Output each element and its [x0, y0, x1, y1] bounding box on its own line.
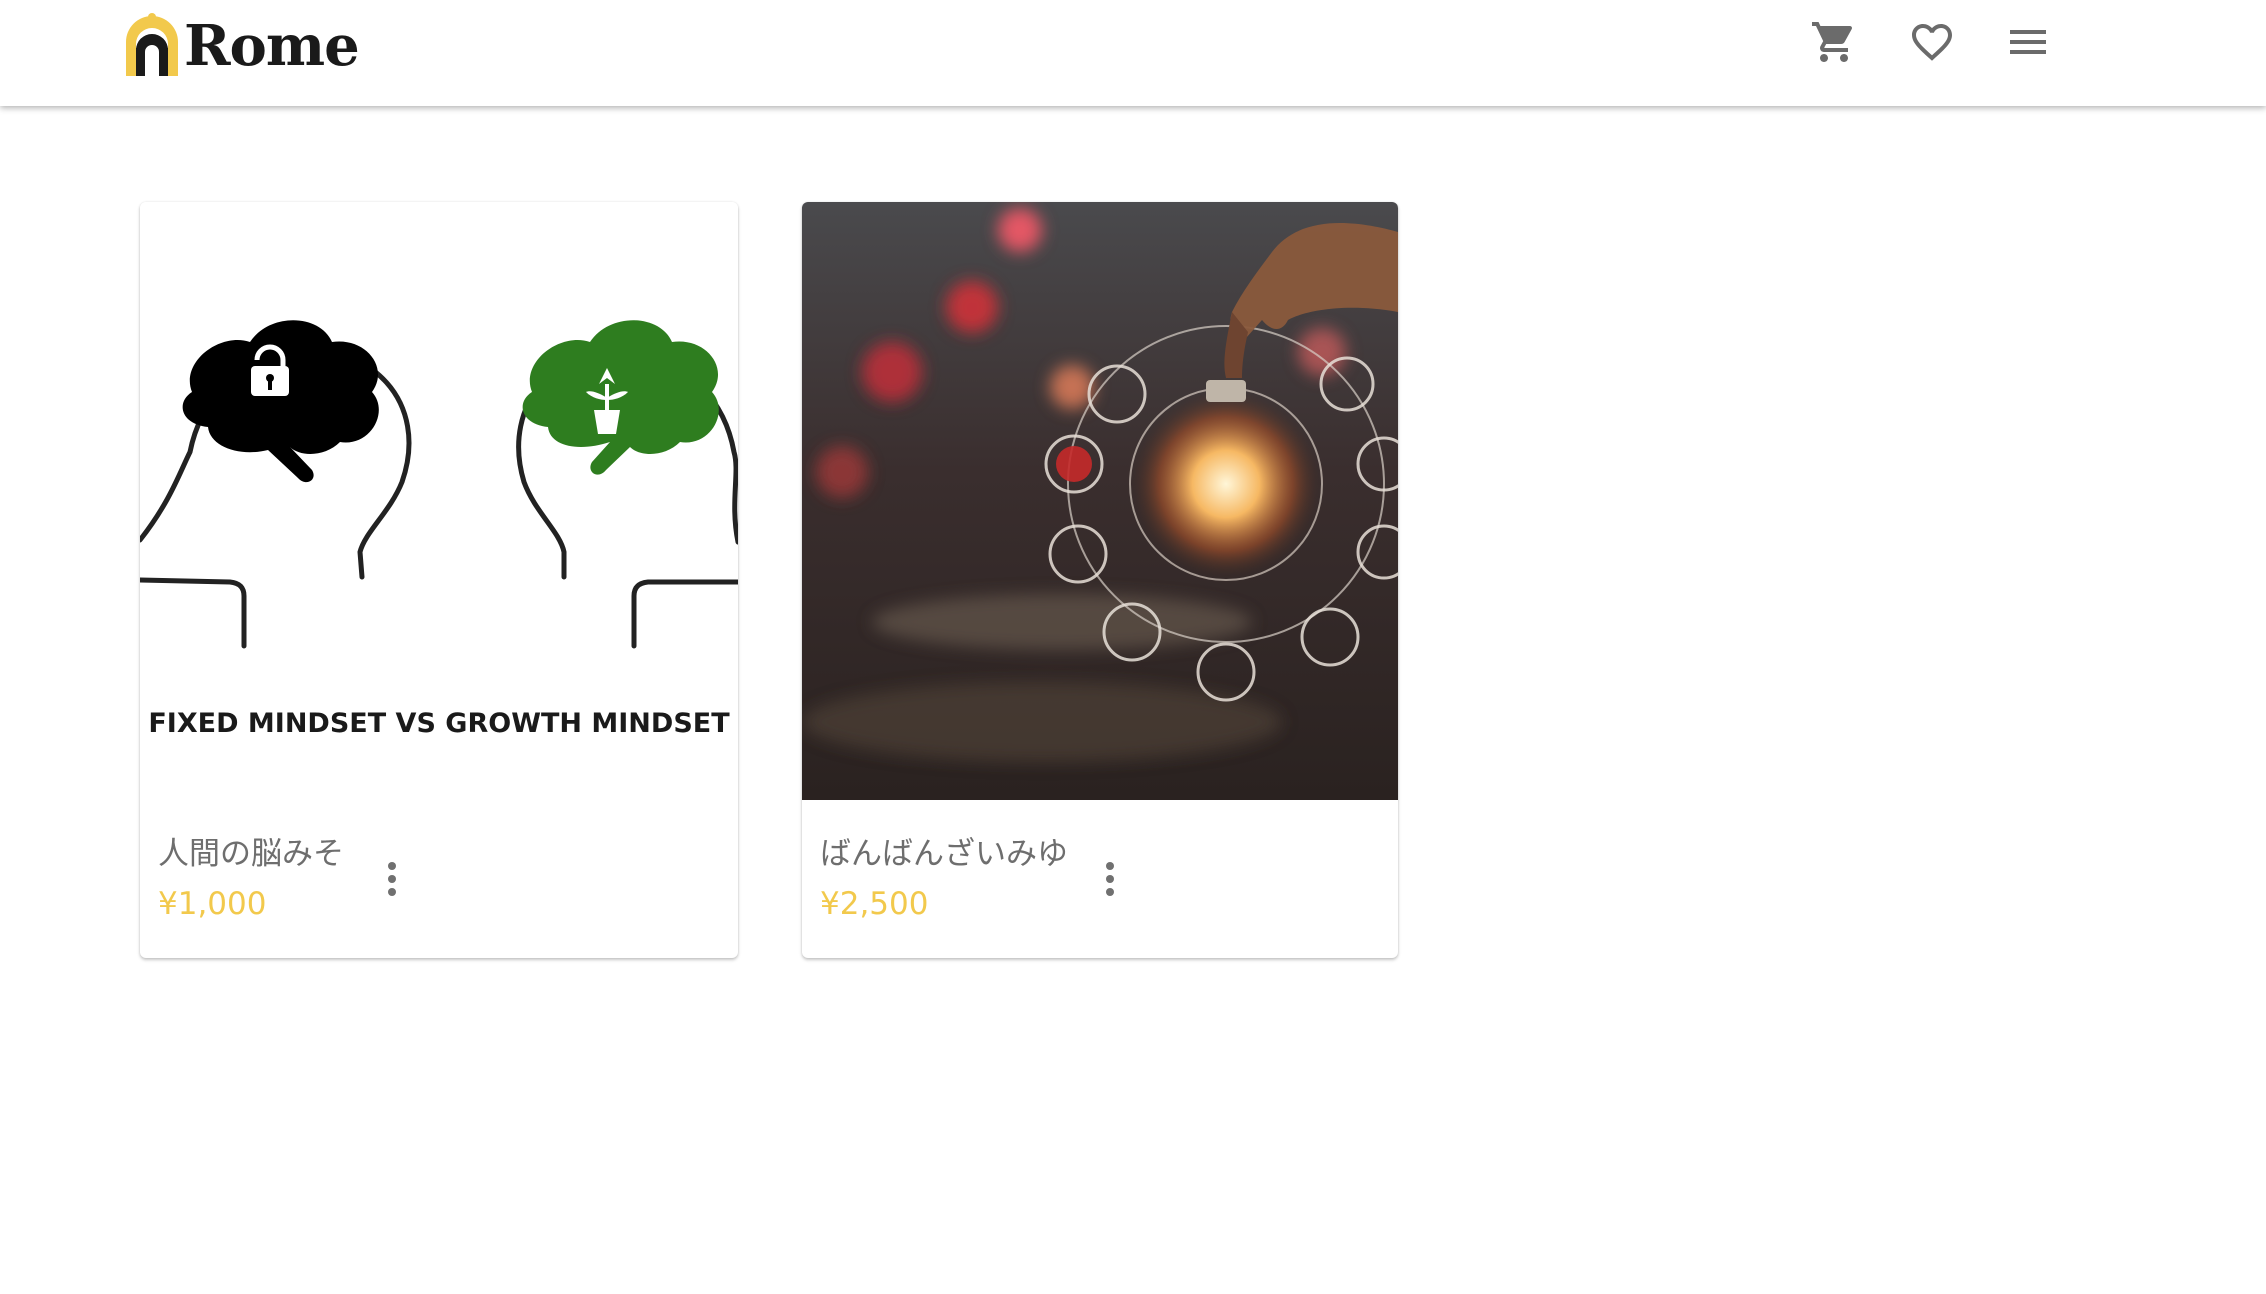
product-card[interactable]: FIXED MINDSET VS GROWTH MINDSET 人間の脳みそ ¥… [140, 202, 738, 958]
product-price: ¥2,500 [820, 886, 929, 922]
app-header: Rome [0, 0, 2266, 106]
heart-icon [1912, 24, 1952, 61]
product-title: ばんばんざいみゆ [820, 836, 1068, 872]
mindset-illustration: FIXED MINDSET VS GROWTH MINDSET [140, 202, 738, 800]
favorites-button[interactable] [1904, 14, 1960, 70]
logo-arch-icon [126, 13, 178, 76]
menu-button[interactable] [2000, 14, 2056, 70]
more-vert-icon [388, 862, 396, 870]
cart-button[interactable] [1806, 14, 1862, 70]
hamburger-menu-icon [2010, 30, 2046, 54]
product-image-mindset[interactable]: FIXED MINDSET VS GROWTH MINDSET [140, 202, 738, 800]
more-options-button[interactable] [1090, 854, 1130, 904]
more-options-button[interactable] [372, 854, 412, 904]
cart-icon [1812, 22, 1853, 62]
image-caption: FIXED MINDSET VS GROWTH MINDSET [148, 708, 730, 739]
more-vert-icon [1106, 862, 1114, 870]
product-image-lightbulb[interactable] [802, 202, 1398, 800]
logo-text: Rome [184, 13, 360, 79]
product-card[interactable]: ばんばんざいみゆ ¥2,500 [802, 202, 1398, 958]
product-price: ¥1,000 [158, 886, 267, 922]
product-title: 人間の脳みそ [158, 836, 344, 872]
rome-logo[interactable]: Rome [122, 10, 360, 79]
lightbulb-energy-photo [802, 202, 1398, 800]
